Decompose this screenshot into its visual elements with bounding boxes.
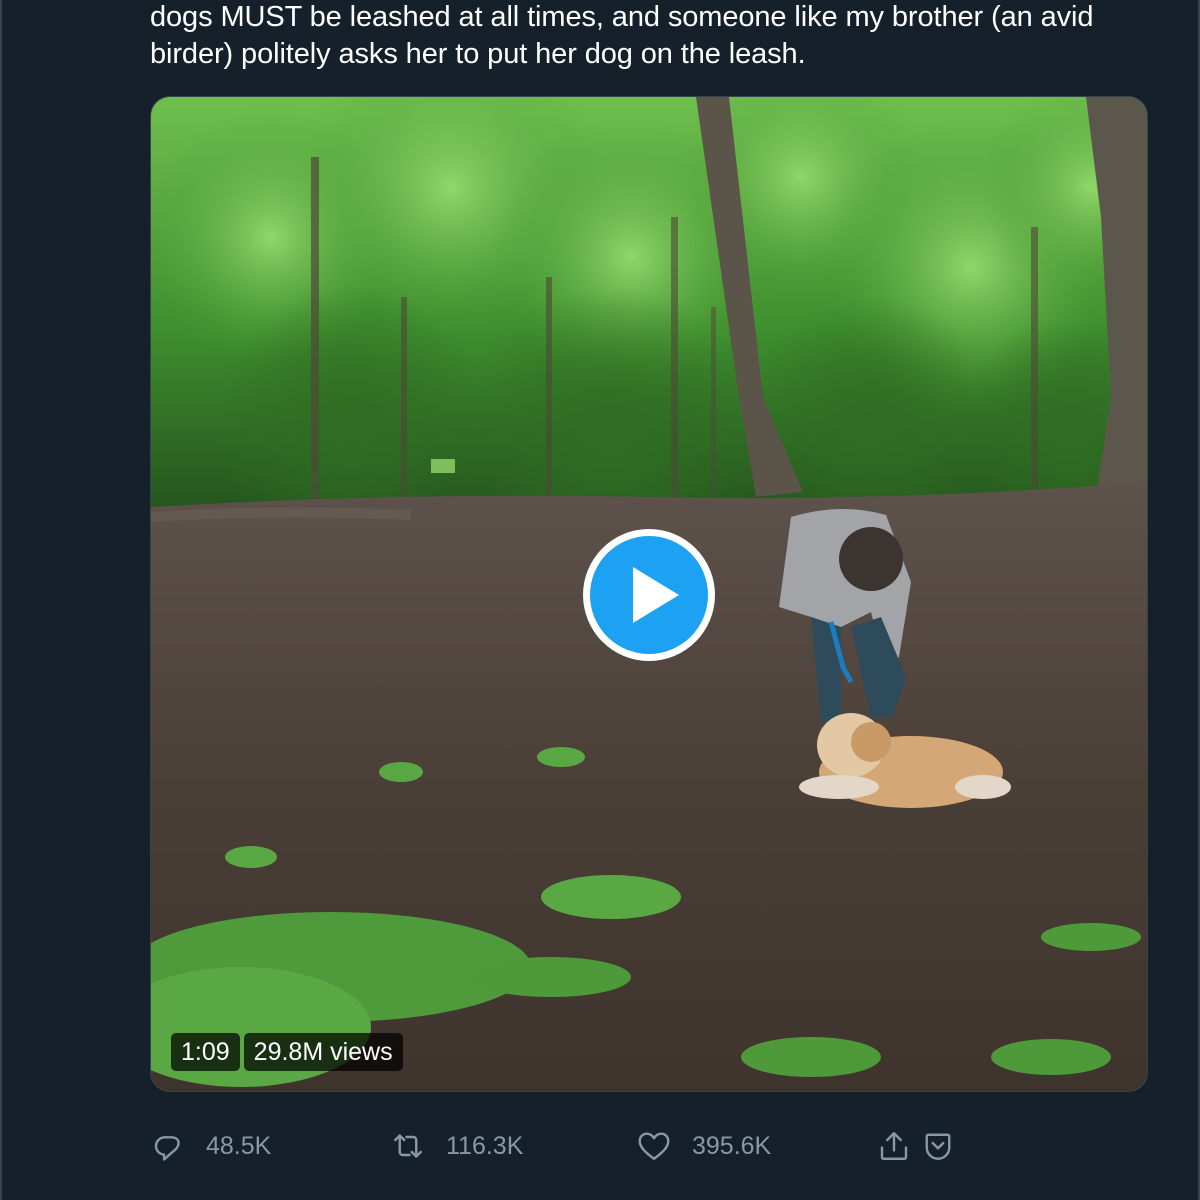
share-button[interactable] [876, 1120, 912, 1172]
video-duration: 1:09 [171, 1033, 240, 1071]
reply-icon [154, 1136, 180, 1161]
bookmark-icon [925, 1133, 951, 1160]
retweet-icon [394, 1134, 422, 1158]
retweet-count: 116.3K [446, 1131, 524, 1160]
play-button[interactable] [583, 529, 715, 661]
tweet-text-line: dogs MUST be leashed at all times, and s… [150, 1, 1094, 33]
tweet-text-line: birder) politely asks her to put her dog… [150, 38, 806, 70]
like-button[interactable]: 395.6K [636, 1120, 771, 1172]
video-badges: 1:09 29.8M views [171, 1033, 403, 1071]
tweet-text: dogs MUST be leashed at all times, and s… [150, 0, 1160, 73]
timeline-left-border [0, 0, 2, 1200]
tweet-actions: 48.5K 116.3K 395.6K [150, 1120, 970, 1172]
bookmark-button[interactable] [920, 1120, 956, 1172]
video-player[interactable]: 1:09 29.8M views [150, 96, 1148, 1092]
retweet-button[interactable]: 116.3K [390, 1120, 523, 1172]
heart-icon [638, 1132, 670, 1160]
tweet-detail-page: dogs MUST be leashed at all times, and s… [0, 0, 1200, 1200]
reply-count: 48.5K [206, 1131, 272, 1160]
video-view-count: 29.8M views [243, 1033, 403, 1071]
like-count: 395.6K [692, 1131, 772, 1160]
play-icon [633, 567, 679, 623]
reply-button[interactable]: 48.5K [150, 1120, 271, 1172]
share-icon [880, 1132, 908, 1160]
